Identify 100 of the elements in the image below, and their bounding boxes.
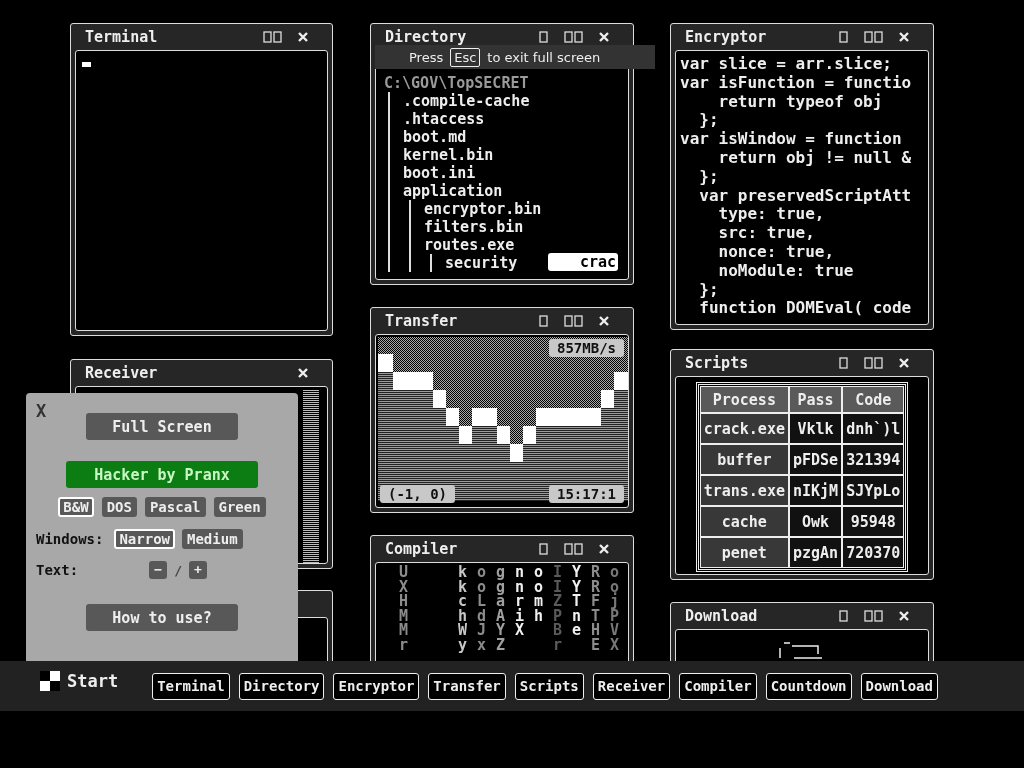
table-cell: 720370 [843,538,904,567]
taskbar-button[interactable]: Terminal [152,672,230,700]
square-icon[interactable] [539,543,548,555]
double-square-icon[interactable] [864,357,883,369]
table-cell: penet [700,538,788,567]
tree-item[interactable]: .compile-cache [403,92,530,110]
tree-item[interactable]: kernel.bin [403,146,494,164]
double-square-icon[interactable] [864,610,883,622]
credit-button[interactable]: Hacker by Pranx [66,461,258,488]
close-button[interactable]: X [36,401,47,421]
tree-item[interactable]: security [445,254,518,272]
checker-icon [40,671,60,691]
download-drawing [779,642,823,659]
code-line: return typeof obj [717,92,884,112]
close-icon[interactable] [599,32,609,42]
cursor-coordinates: (-1, 0) [380,485,455,503]
taskbar-button[interactable]: Download [860,672,938,700]
increase-button[interactable]: + [189,561,207,579]
column-header: Code [843,387,904,412]
column-header: Pass [789,387,842,412]
character-column: RRFTHE [588,565,603,652]
table-cell: cache [700,507,788,536]
taskbar-button[interactable]: Compiler [679,672,757,700]
notice-text: Press [409,49,444,65]
character-column: oojPVX [607,565,622,652]
close-icon[interactable] [298,368,308,378]
code-line: return obj != null & [717,149,913,168]
taskbar-button[interactable]: Encryptor [333,672,420,700]
window-title: Encryptor [685,28,767,46]
start-button[interactable]: Start [40,671,119,691]
key-label: Esc [450,47,481,67]
window-title: Compiler [385,540,458,558]
theme-option[interactable]: Green [213,497,266,517]
taskbar-button[interactable]: Countdown [765,672,852,700]
tree-item[interactable]: boot.ini [403,164,476,182]
theme-option[interactable]: B&W [58,497,94,517]
taskbar-button[interactable]: Receiver [592,672,671,700]
table-cell: pFDSe [789,445,842,474]
table-cell: crack.exe [700,414,788,443]
code-line: }; [698,111,719,131]
tree-item[interactable]: encryptor.bin [424,200,542,218]
full-screen-button[interactable]: Full Screen [86,413,238,440]
square-icon[interactable] [539,31,548,43]
transfer-time: 15:17:1 [549,485,624,503]
tree-item[interactable]: boot.md [403,128,467,146]
close-icon[interactable] [298,32,308,42]
window-title: Directory [385,28,467,46]
table-cell: 321394 [843,445,904,474]
column-header: Process [700,387,788,412]
close-icon[interactable] [899,32,909,42]
square-icon[interactable] [839,31,848,43]
close-icon[interactable] [599,544,609,554]
character-column: oomh [531,565,546,652]
tree-item[interactable]: routes.exe [424,236,515,254]
code-line: }; [698,280,720,300]
window-title: Transfer [385,312,458,330]
table-cell: trans.exe [700,476,788,505]
double-square-icon[interactable] [564,315,583,327]
table-cell: nIKjM [789,476,842,505]
code-line: src: true, [717,224,816,243]
table-cell: buffer [700,445,788,474]
double-square-icon[interactable] [864,31,883,43]
notice-text: to exit full screen [487,49,601,65]
character-column: kkchWy [455,565,470,652]
window-title: Receiver [85,364,158,382]
help-button[interactable]: How to use? [86,604,238,631]
square-icon[interactable] [539,315,548,327]
square-icon[interactable] [839,610,848,622]
tree-item[interactable]: .htaccess [403,110,485,128]
close-icon[interactable] [899,358,909,368]
decrease-button[interactable]: − [149,561,168,579]
tree-item[interactable]: filters.bin [424,218,524,236]
code-line: var isFunction = functio [680,73,913,93]
table-cell: SJYpLo [843,476,904,505]
window-size-option[interactable]: Narrow [114,529,175,549]
window-size-option[interactable]: Medium [182,529,243,549]
double-square-icon[interactable] [564,543,583,555]
double-square-icon[interactable] [564,31,583,43]
double-square-icon[interactable] [263,31,282,43]
table-cell: Vklk [789,414,842,443]
square-icon[interactable] [839,357,848,369]
taskbar-button[interactable]: Directory [238,672,325,700]
theme-option[interactable]: Pascal [144,497,206,517]
character-column: UXHMMr [396,565,411,652]
tree-item[interactable]: application [403,182,503,200]
theme-option[interactable]: DOS [101,497,137,517]
code-line: noModule: true [717,261,855,281]
code-line: var isWindow = function [680,130,903,149]
table-cell: 95948 [843,507,904,536]
text-cursor [82,62,91,67]
command-field[interactable]: crac [548,253,618,271]
character-column: ggaAYZ [493,565,508,652]
directory-path: C:\GOV\TopSECRET [383,74,529,92]
taskbar-button[interactable]: Transfer [428,672,506,700]
code-line: function DOMEval( code [698,299,913,319]
taskbar-button[interactable]: Scripts [514,672,584,700]
close-icon[interactable] [599,316,609,326]
window-title: Terminal [85,28,158,46]
close-icon[interactable] [899,611,909,621]
character-column: YYTne [569,565,584,652]
